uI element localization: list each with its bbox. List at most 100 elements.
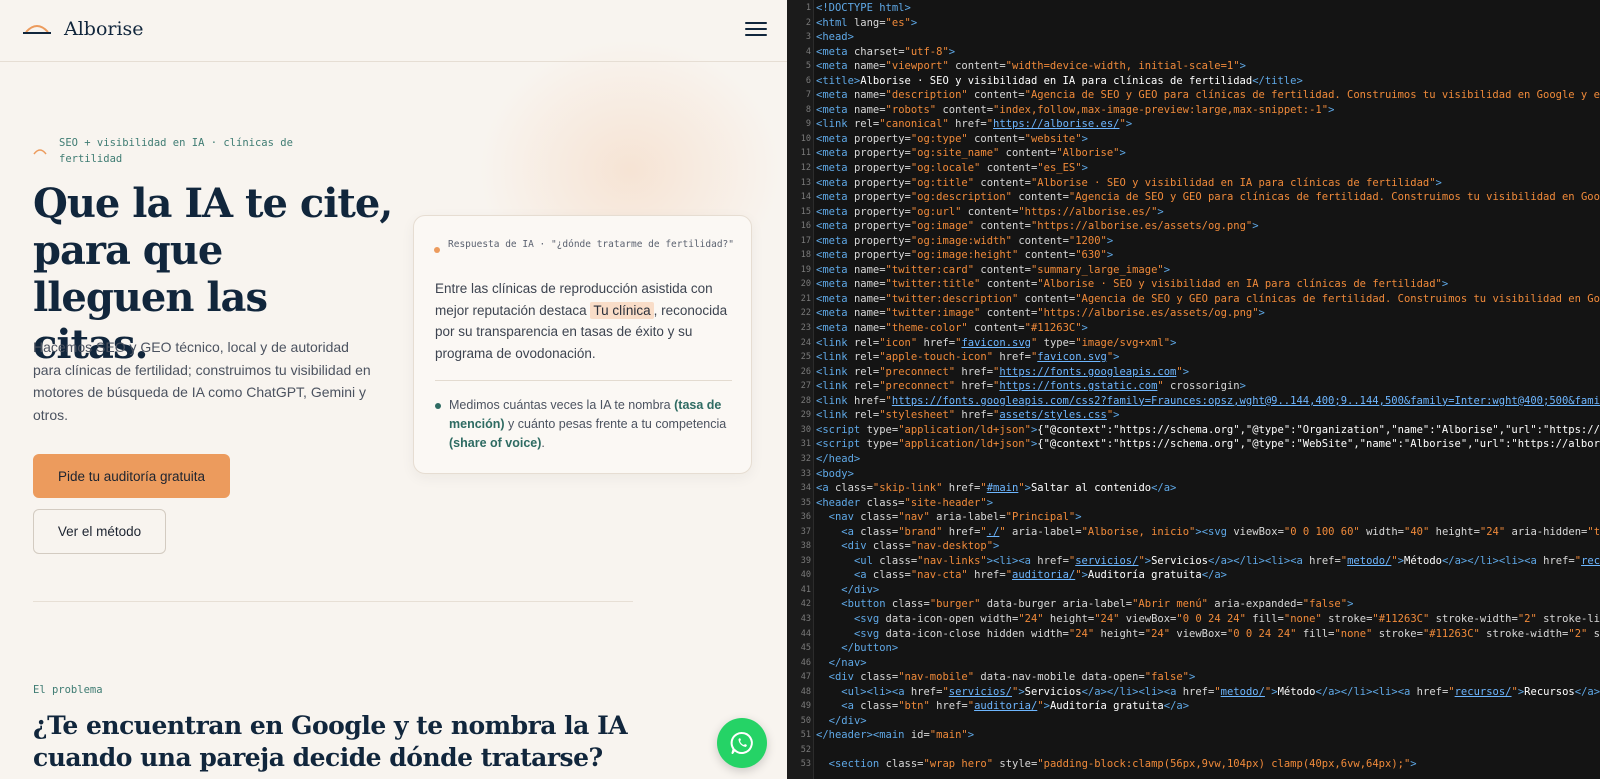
line-number: 17 <box>800 235 811 246</box>
code-token: "24" <box>1144 627 1171 640</box>
brand-link[interactable]: Alborise <box>22 18 144 40</box>
code-token: <link <box>816 351 854 364</box>
code-text: <ul><li><a href="servicios/">Servicios</… <box>816 685 1600 700</box>
code-token: <meta <box>816 132 854 145</box>
code-token: height= <box>1043 612 1095 625</box>
code-text: <meta name="viewport" content="width=dev… <box>816 59 1246 74</box>
code-token: "false" <box>1144 671 1190 684</box>
code-token: stroke-lineca <box>1543 612 1600 625</box>
code-token: > <box>910 16 918 29</box>
code-token: "theme-color" <box>885 322 968 335</box>
whatsapp-button[interactable] <box>717 718 767 768</box>
code-token: href= <box>1309 554 1341 567</box>
code-token: style= <box>993 758 1038 771</box>
code-token: "canonical" <box>879 118 949 131</box>
code-line: 39 <ul class="nav-links"><li><a href="se… <box>787 554 1600 569</box>
note-text-1: Medimos cuántas veces la IA te nombra <box>449 398 675 412</box>
code-text: <meta name="twitter:card" content="summa… <box>816 263 1170 278</box>
code-line: 8 <meta name="robots" content="index,foll… <box>787 103 1600 118</box>
code-token: class= <box>866 496 905 509</box>
code-token: name= <box>853 60 886 73</box>
code-text: <header class="site-header"> <box>816 496 993 511</box>
code-token: assets/styles.css <box>999 409 1107 422</box>
code-token: name= <box>853 263 886 276</box>
code-token: <header <box>816 496 867 509</box>
code-token: <meta <box>816 292 854 305</box>
code-token: "es" <box>885 16 911 29</box>
code-token: <meta <box>816 205 854 218</box>
code-token: "website" <box>1024 132 1082 145</box>
code-token: "Alborise, inicio" <box>1081 525 1196 538</box>
code-token: "true" <box>1587 525 1600 538</box>
code-token: lang= <box>853 16 886 29</box>
code-token: > <box>993 540 1000 553</box>
code-token: "https://alborise.es/assets/og.png" <box>1037 307 1259 320</box>
code-token: <meta <box>816 176 854 189</box>
code-token: content= <box>980 162 1038 175</box>
code-text: <link rel="apple-touch-icon" href="favic… <box>816 350 1120 365</box>
line-number: 27 <box>800 381 811 392</box>
code-line: 45 </button> <box>787 641 1600 656</box>
method-button[interactable]: Ver el método <box>33 509 166 554</box>
line-number: 20 <box>800 279 811 290</box>
line-number: 11 <box>800 148 811 159</box>
code-token: "Agencia de SEO y GEO para clínicas de f… <box>1075 292 1600 305</box>
line-number: 33 <box>800 468 811 479</box>
code-token: "index,follow,max-image-preview:large,ma… <box>993 103 1329 116</box>
code-token: "og:url" <box>910 205 962 218</box>
burger-menu-icon[interactable] <box>745 22 767 40</box>
line-number: 29 <box>800 410 811 421</box>
line-number: 47 <box>800 672 811 683</box>
code-token: > <box>967 729 975 742</box>
code-line: 23 <meta name="theme-color" content="#112… <box>787 321 1600 336</box>
code-token: <!DOCTYPE html> <box>816 2 911 14</box>
code-token: Auditoría gratuita <box>1087 569 1202 582</box>
code-token: "apple-touch-icon" <box>879 351 994 364</box>
code-token: class= <box>860 700 899 713</box>
code-token: property= <box>853 234 911 247</box>
code-token: > <box>1113 409 1120 422</box>
code-token: "nav-links" <box>917 554 987 567</box>
code-text: <meta property="og:image:height" content… <box>816 248 1113 263</box>
code-editor[interactable]: 1 <!DOCTYPE html> 2 <html lang="es"> 3 <head>… <box>787 0 1600 779</box>
audit-cta-button[interactable]: Pide tu auditoría gratuita <box>33 454 230 498</box>
code-token: ><li><a <box>986 554 1038 567</box>
code-token: Saltar al contenido <box>1030 482 1152 495</box>
line-number: 41 <box>800 584 811 595</box>
code-token: href= <box>967 569 1006 582</box>
code-token: aria-expanded= <box>1207 598 1303 611</box>
code-token: stroke-width= <box>1429 612 1518 625</box>
code-token: class= <box>860 525 899 538</box>
code-text: <link rel="icon" href="favicon.svg" type… <box>816 336 1176 351</box>
code-text: <meta name="twitter:image" content="http… <box>816 306 1265 321</box>
code-token: > <box>1239 380 1246 393</box>
code-token: content= <box>948 60 1006 73</box>
code-token: </div> <box>828 714 867 727</box>
code-token: <meta <box>816 234 854 247</box>
code-token: id= <box>910 729 930 742</box>
code-token: aria-hidden= <box>1505 525 1588 538</box>
code-text: <title>Alborise · SEO y visibilidad en I… <box>816 74 1303 89</box>
code-lines: 1 <!DOCTYPE html> 2 <html lang="es"> 3 <head>… <box>787 1 1600 772</box>
note-text-3: . <box>541 436 545 450</box>
code-token: rel= <box>853 336 880 349</box>
code-line: 20 <meta name="twitter:title" content="Al… <box>787 277 1600 292</box>
code-text: <svg data-icon-open width="24" height="2… <box>816 612 1600 627</box>
code-token: stroke-width= <box>1479 627 1569 640</box>
code-token: <nav <box>828 511 861 524</box>
card-body: Entre las clínicas de reproducción asist… <box>435 278 735 364</box>
line-number: 25 <box>800 352 811 363</box>
code-line: 24 <link rel="icon" href="favicon.svg" ty… <box>787 336 1600 351</box>
line-number: 7 <box>805 90 811 101</box>
code-token: stroke= <box>1321 612 1373 625</box>
code-token: servicios/ <box>1075 554 1139 567</box>
line-number: 32 <box>800 453 811 464</box>
code-token: "wrap hero" <box>923 758 994 771</box>
code-line: 25 <link rel="apple-touch-icon" href="fav… <box>787 350 1600 365</box>
line-number: 10 <box>800 133 811 144</box>
line-number: 15 <box>800 206 811 217</box>
code-token: <head> <box>816 31 854 44</box>
